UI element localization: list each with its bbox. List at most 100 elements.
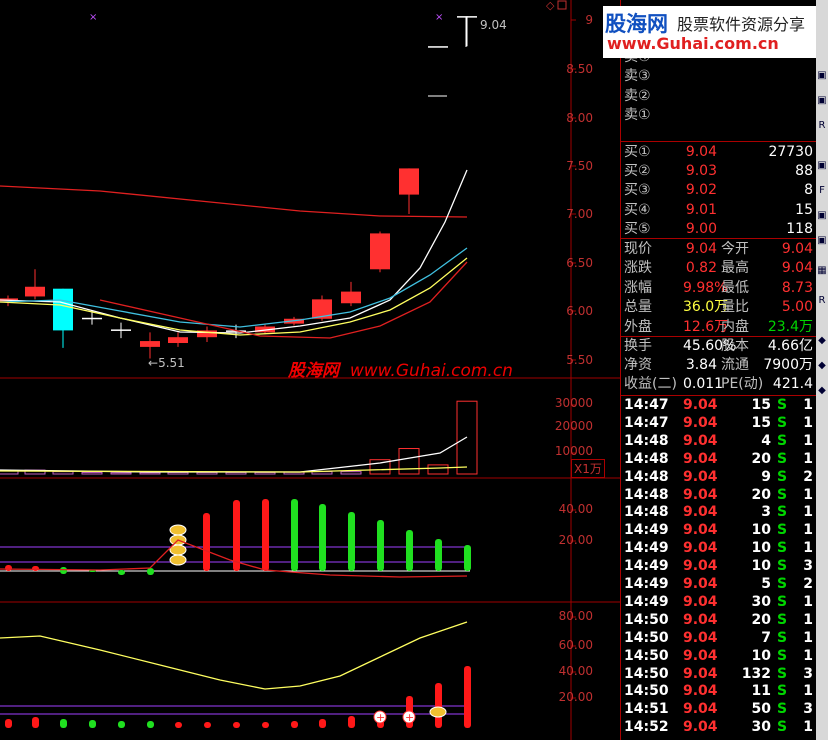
tick-row[interactable]: 14:50 9.04 132 S 3 <box>621 665 817 683</box>
tick-price: 9.04 <box>683 504 718 521</box>
stat-value: 0.011 <box>683 376 724 393</box>
toolbar-icon[interactable]: ▣ <box>817 70 827 82</box>
order-volume: 27730 <box>768 144 813 160</box>
tick-row[interactable]: 14:49 9.04 10 S 3 <box>621 557 817 575</box>
tick-row[interactable]: 14:47 9.04 15 S 1 <box>621 414 817 432</box>
toolbar-icon[interactable]: R <box>817 120 827 132</box>
tick-count: 1 <box>803 450 813 467</box>
stat-row: 换手 45.60% 股本 4.66亿 <box>621 337 817 355</box>
price-axis-label: 5.50 <box>566 353 593 367</box>
tick-time: 14:48 <box>624 486 669 503</box>
tick-volume: 9 <box>761 468 771 485</box>
order-price: 9.02 <box>685 182 717 199</box>
price-axis-label: 7.50 <box>566 159 593 173</box>
ind2-axis-label: 60.00 <box>558 638 593 652</box>
tick-price: 9.04 <box>683 522 718 539</box>
indicator-bar <box>233 500 240 571</box>
order-volume: 118 <box>786 220 813 237</box>
price-axis-label: 9 <box>585 13 593 27</box>
order-price: 9.03 <box>685 163 717 180</box>
stat-row: 净资 3.84 流通 7900万 <box>621 356 817 374</box>
price-axis-label: 6.00 <box>566 304 593 318</box>
tick-count: 1 <box>803 432 813 449</box>
toolbar-icon[interactable]: ▦ <box>817 265 827 277</box>
tick-price: 9.04 <box>683 719 718 736</box>
toolbar-icon[interactable]: ◆ <box>817 385 827 397</box>
tick-row[interactable]: 14:48 9.04 4 S 1 <box>621 432 817 450</box>
candle-body <box>168 337 188 344</box>
toolbar-icon[interactable]: ▣ <box>817 235 827 247</box>
stat-value: 3.84 <box>685 357 717 374</box>
stat-value: 45.60% <box>683 338 737 354</box>
indicator-bar <box>291 721 298 728</box>
volume-bar <box>254 471 276 475</box>
toolbar-icon[interactable]: ▣ <box>817 95 827 107</box>
tick-count: 1 <box>803 522 813 539</box>
tick-volume: 3 <box>761 504 771 521</box>
tick-volume: 4 <box>761 432 771 449</box>
tick-row[interactable]: 14:48 9.04 3 S 1 <box>621 503 817 521</box>
tick-row[interactable]: 14:47 9.04 15 S 1 <box>621 396 817 414</box>
tick-count: 1 <box>803 629 813 646</box>
tick-row[interactable]: 14:48 9.04 9 S 2 <box>621 468 817 486</box>
toolbar-icon[interactable]: R <box>817 295 827 307</box>
stat-label: 换手 <box>624 338 652 354</box>
tick-time: 14:49 <box>624 576 669 592</box>
tick-volume: 20 <box>751 450 771 467</box>
tick-time: 14:50 <box>624 683 669 700</box>
tick-row[interactable]: 14:50 9.04 11 S 1 <box>621 682 817 700</box>
candle-body <box>428 46 448 48</box>
tick-row[interactable]: 14:50 9.04 20 S 1 <box>621 611 817 629</box>
order-price: 9.04 <box>685 144 717 160</box>
ind2-axis-label: 40.00 <box>558 664 593 678</box>
tick-row[interactable]: 14:49 9.04 10 S 1 <box>621 539 817 557</box>
tick-row[interactable]: 14:50 9.04 10 S 1 <box>621 647 817 665</box>
tick-side: S <box>777 540 788 557</box>
indicator-bar <box>262 499 269 571</box>
volume-bar <box>52 471 74 475</box>
tick-price: 9.04 <box>683 486 718 503</box>
side-toolbar[interactable]: ▣ ▣ R ▣ F ▣ ▣ ▦ R ◆ ◆ ◆ <box>816 0 828 740</box>
candle-body <box>53 288 73 331</box>
tick-count: 1 <box>803 540 813 557</box>
tick-row[interactable]: 14:48 9.04 20 S 1 <box>621 450 817 468</box>
tick-count: 1 <box>803 486 813 503</box>
toolbar-icon[interactable]: ◆ <box>817 335 827 347</box>
tick-count: 3 <box>803 701 813 718</box>
stat-value: 9.04 <box>781 260 813 277</box>
order-label: 买③ <box>624 182 651 199</box>
volume-axis-label: 30000 <box>554 396 593 410</box>
toolbar-icon[interactable]: ▣ <box>817 160 827 172</box>
tick-row[interactable]: 14:52 9.04 30 S 1 <box>621 718 817 736</box>
toolbar-icon[interactable]: ◆ <box>817 360 827 372</box>
toolbar-icon[interactable]: F <box>817 185 827 197</box>
volume-ma <box>0 436 468 473</box>
tick-row[interactable]: 14:49 9.04 5 S 2 <box>621 575 817 593</box>
tick-time: 14:49 <box>624 540 669 557</box>
tick-volume: 10 <box>751 540 771 557</box>
tick-time: 14:48 <box>624 468 669 485</box>
tick-volume: 30 <box>751 719 771 736</box>
tick-row[interactable]: 14:51 9.04 50 S 3 <box>621 700 817 718</box>
divider <box>621 141 817 142</box>
stat-label: 量比 <box>721 299 749 316</box>
price-axis-label: 6.50 <box>566 256 593 270</box>
volume-bar <box>225 471 247 475</box>
candle-body <box>140 341 160 347</box>
tick-time: 14:48 <box>624 504 669 521</box>
indicator-bar <box>118 570 125 575</box>
stat-label: 涨幅 <box>624 279 652 296</box>
tick-row[interactable]: 14:49 9.04 10 S 1 <box>621 521 817 539</box>
order-label: 卖③ <box>624 68 651 85</box>
stat-value: 36.0万 <box>683 299 729 316</box>
ma-line <box>0 185 468 218</box>
tick-row[interactable]: 14:49 9.04 30 S 1 <box>621 593 817 611</box>
buy-order-row: 买② 9.03 88 <box>621 162 817 180</box>
indicator-bar <box>5 719 12 728</box>
stat-label: 总量 <box>624 299 652 316</box>
order-label: 买⑤ <box>624 220 651 237</box>
toolbar-icon[interactable]: ▣ <box>817 210 827 222</box>
tick-side: S <box>777 683 788 700</box>
tick-row[interactable]: 14:50 9.04 7 S 1 <box>621 629 817 647</box>
tick-row[interactable]: 14:48 9.04 20 S 1 <box>621 486 817 504</box>
